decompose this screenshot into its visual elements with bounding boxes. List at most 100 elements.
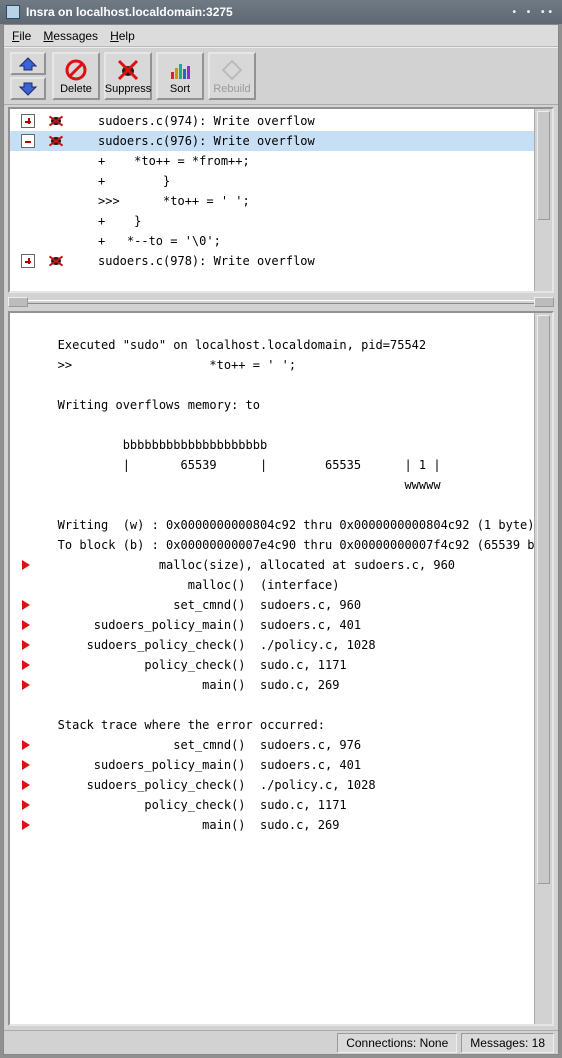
expand-triangle-icon[interactable] [16,779,36,791]
message-row[interactable]: sudoers.c(976): Write overflow [10,131,534,151]
message-text: + } [70,171,170,191]
details-content[interactable]: Executed "sudo" on localhost.localdomain… [10,313,534,1024]
detail-line: | 65539 | 65535 | 1 | [10,455,534,475]
stack-frame-row[interactable]: set_cmnd() sudoers.c, 976 [10,735,534,755]
sort-button[interactable]: Sort [156,52,204,100]
expand-triangle-icon[interactable] [16,639,36,651]
detail-text: sudoers_policy_check() ./policy.c, 1028 [36,775,534,795]
message-text: sudoers.c(978): Write overflow [70,251,315,271]
stack-frame-row[interactable]: policy_check() sudo.c, 1171 [10,655,534,675]
stack-frame-row[interactable]: main() sudo.c, 269 [10,675,534,695]
suppress-button[interactable]: Suppress [104,52,152,100]
menu-help[interactable]: Help [110,29,135,43]
expand-triangle-icon[interactable] [16,559,36,571]
pane-splitter[interactable] [8,297,554,307]
menu-file[interactable]: File [12,29,31,43]
detail-text: main() sudo.c, 269 [36,675,534,695]
message-text: + *to++ = *from++; [70,151,250,171]
delete-button[interactable]: Delete [52,52,100,100]
message-text: >>> *to++ = ' '; [70,191,250,211]
detail-line [10,315,534,335]
collapse-icon[interactable] [21,134,35,148]
suppress-bug-icon [116,58,140,82]
messages-scrollbar[interactable] [534,109,552,291]
arrow-down-icon [19,82,37,96]
message-source-line[interactable]: + } [10,211,534,231]
detail-text: To block (b) : 0x00000000007e4c90 thru 0… [36,535,534,555]
message-text: sudoers.c(974): Write overflow [70,111,315,131]
detail-text: bbbbbbbbbbbbbbbbbbbb [36,435,534,455]
stack-frame-row[interactable]: sudoers_policy_main() sudoers.c, 401 [10,755,534,775]
detail-text: main() sudo.c, 269 [36,815,534,835]
rebuild-button[interactable]: Rebuild [208,52,256,100]
toolbar: Delete Suppress Sort Rebuild [4,47,558,105]
message-source-line[interactable]: + *to++ = *from++; [10,151,534,171]
stack-frame-row[interactable]: sudoers_policy_check() ./policy.c, 1028 [10,775,534,795]
detail-text: >> *to++ = ' '; [36,355,534,375]
menu-messages[interactable]: Messages [43,29,98,43]
detail-text: set_cmnd() sudoers.c, 960 [36,595,534,615]
detail-line: >> *to++ = ' '; [10,355,534,375]
detail-line: Executed "sudo" on localhost.localdomain… [10,335,534,355]
detail-text: set_cmnd() sudoers.c, 976 [36,735,534,755]
expand-triangle-icon[interactable] [16,619,36,631]
message-row[interactable]: sudoers.c(978): Write overflow [10,251,534,271]
message-source-line[interactable]: >>> *to++ = ' '; [10,191,534,211]
detail-text: Executed "sudo" on localhost.localdomain… [36,335,534,355]
detail-text: wwwww [36,475,534,495]
message-text: + } [70,211,141,231]
detail-text: Stack trace where the error occurred: [36,715,534,735]
stack-frame-row[interactable]: sudoers_policy_check() ./policy.c, 1028 [10,635,534,655]
expand-triangle-icon[interactable] [16,659,36,671]
expand-icon[interactable] [21,254,35,268]
stack-frame-row[interactable]: policy_check() sudo.c, 1171 [10,795,534,815]
expand-triangle-icon[interactable] [16,599,36,611]
message-source-line[interactable]: + } [10,171,534,191]
stack-frame-row[interactable]: main() sudo.c, 269 [10,815,534,835]
status-connections: Connections: None [337,1033,457,1053]
message-source-line[interactable]: + *--to = '\0'; [10,231,534,251]
expand-triangle-icon[interactable] [16,739,36,751]
detail-text: malloc() (interface) [36,575,534,595]
stack-frame-row[interactable]: sudoers_policy_main() sudoers.c, 401 [10,615,534,635]
detail-text: policy_check() sudo.c, 1171 [36,795,534,815]
titlebar[interactable]: Insra on localhost.localdomain:3275 • • … [0,0,562,24]
window-controls[interactable]: • • •• [512,7,556,18]
arrow-up-icon [19,57,37,71]
no-entry-icon [64,58,88,82]
message-row[interactable]: sudoers.c(974): Write overflow [10,111,534,131]
detail-line: wwwww [10,475,534,495]
details-scrollbar[interactable] [534,313,552,1024]
content-area: sudoers.c(974): Write overflowsudoers.c(… [4,105,558,1030]
expand-triangle-icon[interactable] [16,819,36,831]
detail-text: sudoers_policy_main() sudoers.c, 401 [36,755,534,775]
expand-triangle-icon[interactable] [16,759,36,771]
up-button[interactable] [10,52,46,75]
bug-icon [48,253,64,269]
detail-line: bbbbbbbbbbbbbbbbbbbb [10,435,534,455]
message-text: sudoers.c(976): Write overflow [70,131,315,151]
expand-icon[interactable] [21,114,35,128]
messages-list[interactable]: sudoers.c(974): Write overflowsudoers.c(… [10,109,534,291]
stack-frame-row[interactable]: malloc(size), allocated at sudoers.c, 96… [10,555,534,575]
detail-text: Writing overflows memory: to [36,395,534,415]
message-text: + *--to = '\0'; [70,231,221,251]
detail-line [10,415,534,435]
expand-triangle-icon[interactable] [16,679,36,691]
detail-text: Writing (w) : 0x0000000000804c92 thru 0x… [36,515,534,535]
stack-frame-row[interactable]: set_cmnd() sudoers.c, 960 [10,595,534,615]
detail-text: | 65539 | 65535 | 1 | [36,455,534,475]
down-button[interactable] [10,77,46,100]
expand-triangle-icon[interactable] [16,799,36,811]
statusbar: Connections: None Messages: 18 [4,1030,558,1054]
detail-line: To block (b) : 0x00000000007e4c90 thru 0… [10,535,534,555]
detail-line [10,495,534,515]
detail-text: sudoers_policy_check() ./policy.c, 1028 [36,635,534,655]
app-frame: File Messages Help Delete Suppress Sort [3,24,559,1055]
bars-icon [168,58,192,82]
detail-text: sudoers_policy_main() sudoers.c, 401 [36,615,534,635]
details-panel: Executed "sudo" on localhost.localdomain… [8,311,554,1026]
messages-panel: sudoers.c(974): Write overflowsudoers.c(… [8,107,554,293]
bug-icon [48,133,64,149]
detail-line [10,375,534,395]
